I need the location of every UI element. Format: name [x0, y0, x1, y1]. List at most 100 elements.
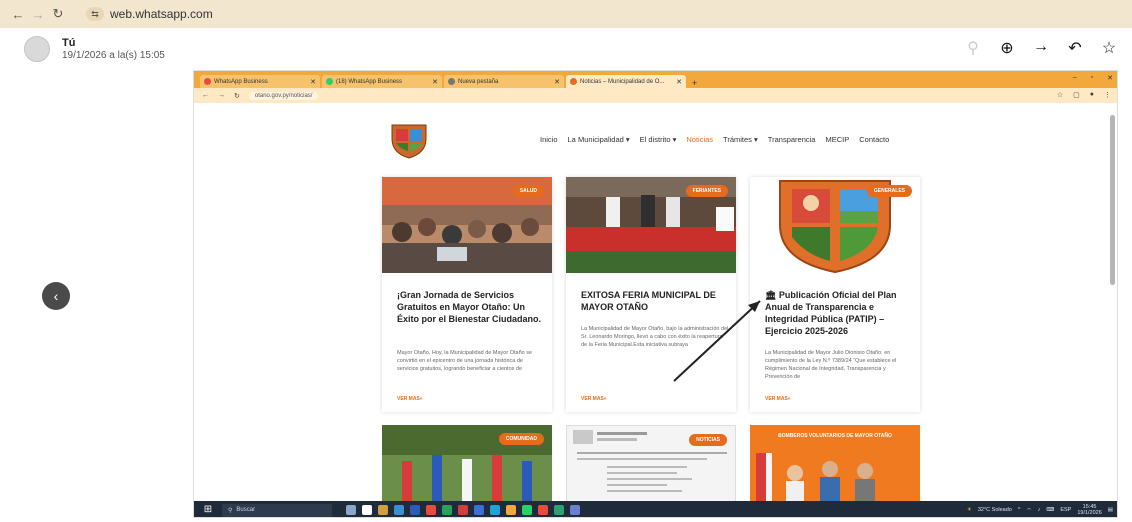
inner-tab[interactable]: (18) WhatsApp Business ✕	[322, 75, 442, 88]
reload-icon[interactable]: ↻	[48, 6, 68, 22]
news-card-image[interactable]: COMUNIDAD	[382, 425, 552, 505]
sent-timestamp: 19/1/2026 a la(s) 15:05	[62, 50, 165, 61]
shared-screenshot: WhatsApp Business ✕ (18) WhatsApp Busines…	[193, 70, 1118, 518]
minimize-icon[interactable]: –	[1073, 74, 1077, 82]
keyboard-icon[interactable]: ⌨	[1046, 507, 1054, 513]
wifi-icon[interactable]: ⌔	[1026, 507, 1031, 514]
taskbar-app-icon[interactable]	[378, 505, 388, 515]
browser-toolbar: ← → ↻ ⇆ web.whatsapp.com	[0, 0, 1132, 28]
page-scrollbar[interactable]	[1110, 115, 1115, 285]
category-badge[interactable]: FERIANTES	[685, 185, 728, 197]
nav-contacto[interactable]: Contacto	[859, 135, 889, 144]
category-badge[interactable]: COMUNIDAD	[498, 433, 544, 445]
nav-distrito[interactable]: El distrito ▾	[640, 135, 677, 144]
extensions-icon[interactable]: ▢	[1073, 91, 1080, 99]
news-card[interactable]: SALUD ¡Gran Jornada de Servicios Gratuit…	[382, 177, 552, 412]
taskbar-app-icon[interactable]	[474, 505, 484, 515]
notifications-icon[interactable]: ▤	[1108, 507, 1113, 513]
address-url: web.whatsapp.com	[110, 7, 213, 21]
menu-icon[interactable]: ⋮	[1104, 91, 1111, 99]
close-icon[interactable]: ✕	[1107, 74, 1113, 82]
nav-transparencia[interactable]: Transparencia	[768, 135, 816, 144]
clock[interactable]: 15:45 19/1/2026	[1077, 504, 1101, 516]
taskbar-app-icon[interactable]	[458, 505, 468, 515]
inner-address-bar: ← → ↻ otano.gov.py/noticias/ ☆ ▢ ● ⋮	[194, 88, 1117, 103]
inner-tab[interactable]: Nueva pestaña ✕	[444, 75, 564, 88]
inner-tab-active[interactable]: Noticias – Municipalidad de O... ✕	[566, 75, 686, 88]
taskbar-app-icon[interactable]	[442, 505, 452, 515]
taskbar-app-icon[interactable]	[394, 505, 404, 515]
category-badge[interactable]: NOTICIAS	[689, 434, 727, 446]
maximize-icon[interactable]: ▫	[1091, 74, 1093, 82]
system-tray: ☀ 32°C Soleado ^ ⌔ ♪ ⌨ ESP 15:45 19/1/20…	[967, 504, 1113, 516]
read-more-link[interactable]: VER MAS»	[765, 396, 791, 402]
forward-icon[interactable]: →	[28, 7, 48, 22]
news-excerpt: Mayor Otaño, Hoy, la Municipalidad de Ma…	[397, 350, 533, 372]
zoom-in-icon[interactable]: ⊕	[996, 38, 1018, 58]
nav-municipalidad[interactable]: La Municipalidad ▾	[568, 135, 630, 144]
address-bar[interactable]: ⇆ web.whatsapp.com	[78, 4, 221, 24]
taskbar-app-icon[interactable]	[346, 505, 356, 515]
profile-icon[interactable]: ●	[1090, 91, 1094, 99]
municipality-logo[interactable]	[390, 123, 428, 159]
taskbar-app-icon[interactable]	[506, 505, 516, 515]
read-more-link[interactable]: VER MAS»	[397, 396, 423, 402]
tray-chevron-icon[interactable]: ^	[1018, 507, 1021, 513]
inner-url[interactable]: otano.gov.py/noticias/	[248, 91, 319, 100]
avatar	[24, 36, 50, 62]
reply-icon[interactable]: ↶	[1064, 38, 1086, 58]
search-icon: ⚲	[228, 507, 233, 514]
news-card[interactable]: GENERALES 🏛 Publicación Oficial del Plan…	[750, 177, 920, 412]
forward-message-icon[interactable]: →	[1030, 38, 1052, 58]
nav-inicio[interactable]: Inicio	[540, 135, 558, 144]
volume-icon[interactable]: ♪	[1038, 507, 1041, 513]
tab-label: WhatsApp Business	[214, 78, 268, 85]
back-icon[interactable]: ←	[8, 7, 28, 22]
nav-tramites[interactable]: Trámites ▾	[723, 135, 758, 144]
category-badge[interactable]: GENERALES	[866, 185, 912, 197]
zoom-out-icon[interactable]: ⚲	[962, 38, 984, 58]
taskbar-apps	[346, 505, 580, 515]
new-tab-icon[interactable]: +	[692, 78, 697, 88]
forward-icon[interactable]: →	[218, 92, 225, 99]
nav-mecip[interactable]: MECIP	[825, 135, 849, 144]
language-indicator[interactable]: ESP	[1060, 507, 1071, 513]
back-icon[interactable]: ←	[202, 92, 209, 99]
windows-start-icon[interactable]: ⊞	[200, 502, 216, 517]
viewer-tools: ⚲ ⊕ → ↶ ☆	[962, 38, 1120, 58]
tab-label: (18) WhatsApp Business	[336, 78, 403, 85]
taskbar-app-icon[interactable]	[554, 505, 564, 515]
news-card-image[interactable]: BOMBEROS VOLUNTARIOS DE MAYOR OTAÑO	[750, 425, 920, 505]
taskbar-search-label: Buscar	[236, 507, 256, 513]
taskbar-app-icon[interactable]	[538, 505, 548, 515]
bookmark-icon[interactable]: ☆	[1057, 91, 1063, 99]
taskbar-search[interactable]: ⚲ Buscar	[222, 503, 332, 517]
weather-icon[interactable]: ☀	[967, 507, 972, 513]
windows-taskbar: ⊞ ⚲ Buscar ☀ 32°C Soleado ^ ⌔ ♪ ⌨ ESP 15…	[194, 501, 1117, 517]
read-more-link[interactable]: VER MAS»	[581, 396, 607, 402]
news-title[interactable]: ¡Gran Jornada de Servicios Gratuitos en …	[397, 289, 545, 325]
nav-noticias[interactable]: Noticias	[686, 135, 713, 144]
site-settings-icon[interactable]: ⇆	[86, 7, 104, 21]
weather-text[interactable]: 32°C Soleado	[978, 507, 1012, 513]
inner-tab-strip: WhatsApp Business ✕ (18) WhatsApp Busines…	[194, 71, 1117, 88]
taskbar-app-icon[interactable]	[522, 505, 532, 515]
inner-tab[interactable]: WhatsApp Business ✕	[200, 75, 320, 88]
taskbar-app-icon[interactable]	[490, 505, 500, 515]
taskbar-app-icon[interactable]	[410, 505, 420, 515]
star-icon[interactable]: ☆	[1098, 38, 1120, 58]
taskbar-app-icon[interactable]	[362, 505, 372, 515]
sender-name: Tú	[62, 37, 76, 49]
taskbar-app-icon[interactable]	[426, 505, 436, 515]
news-title[interactable]: 🏛 Publicación Oficial del Plan Anual de …	[765, 289, 913, 337]
taskbar-app-icon[interactable]	[570, 505, 580, 515]
news-card-image[interactable]: NOTICIAS	[566, 425, 736, 505]
reload-icon[interactable]: ↻	[234, 92, 240, 100]
media-viewer-header: Tú 19/1/2026 a la(s) 15:05 ⚲ ⊕ → ↶ ☆	[0, 28, 1132, 70]
clock-date: 19/1/2026	[1077, 510, 1102, 516]
window-controls: – ▫ ✕	[1073, 74, 1113, 82]
tab-label: Nueva pestaña	[458, 78, 499, 85]
banner-text: BOMBEROS VOLUNTARIOS DE MAYOR OTAÑO	[778, 433, 892, 439]
category-badge[interactable]: SALUD	[512, 185, 544, 197]
previous-media-button[interactable]: ‹	[42, 282, 70, 310]
